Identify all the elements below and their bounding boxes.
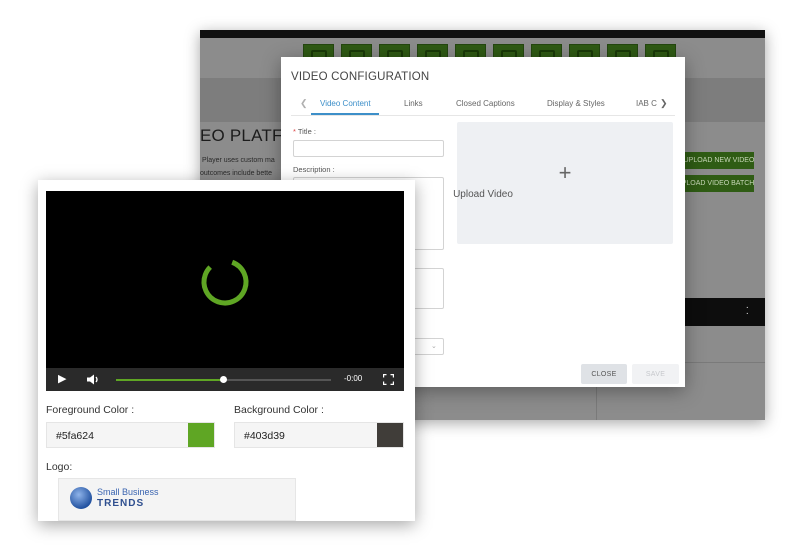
upload-video-dropzone[interactable]: +	[457, 122, 673, 244]
tab-iab[interactable]: IAB C	[636, 99, 657, 108]
logo-text: Small Business	[97, 487, 159, 497]
time-readout: -0:00	[344, 374, 363, 383]
logo-label: Logo:	[46, 461, 73, 473]
foreground-color-label: Foreground Color :	[46, 404, 135, 416]
logo-upload-area[interactable]: Small Business TRENDS	[58, 478, 296, 521]
player-controls: ▶ -0:00	[46, 368, 404, 391]
chevron-down-icon: ⌄	[431, 343, 437, 350]
logo-text: TRENDS	[97, 498, 145, 509]
required-marker: *	[293, 127, 296, 136]
tab-video-content[interactable]: Video Content	[320, 99, 371, 108]
video-player[interactable]: ▶ -0:00	[46, 191, 404, 391]
upload-video-batch-button[interactable]: UPLOAD VIDEO BATCH	[677, 175, 754, 192]
foreground-color-input[interactable]: #5fa624	[46, 422, 215, 448]
volume-icon[interactable]	[86, 374, 100, 385]
tab-scroll-left-icon[interactable]: ❮	[300, 98, 308, 109]
close-button[interactable]: CLOSE	[581, 364, 627, 384]
background-color-label: Background Color :	[234, 404, 324, 416]
background-color-input[interactable]: #403d39	[234, 422, 404, 448]
page-description-line: outcomes include bette	[200, 170, 272, 177]
tab-scroll-right-icon[interactable]: ❯	[660, 98, 668, 109]
seek-progress	[116, 379, 224, 381]
tab-display-styles[interactable]: Display & Styles	[547, 99, 605, 108]
background-color-swatch[interactable]	[377, 423, 403, 447]
seek-bar[interactable]	[116, 376, 331, 383]
description-field-label: Description :	[293, 165, 335, 174]
modal-title: VIDEO CONFIGURATION	[291, 71, 430, 83]
save-button[interactable]: SAVE	[632, 364, 679, 384]
divider	[291, 115, 675, 116]
play-icon[interactable]: ▶	[58, 373, 66, 385]
globe-icon	[70, 487, 92, 509]
plus-icon: +	[558, 160, 572, 185]
page-description-line: Player uses custom ma	[202, 157, 275, 164]
top-bar	[200, 30, 765, 38]
title-input[interactable]	[293, 140, 444, 157]
upload-new-video-button[interactable]: UPLOAD NEW VIDEO	[684, 152, 754, 169]
foreground-color-swatch[interactable]	[188, 423, 214, 447]
row-bar: · ·	[680, 298, 765, 326]
seek-handle[interactable]	[220, 376, 227, 383]
tab-links[interactable]: Links	[404, 99, 423, 108]
loading-spinner-icon	[201, 258, 249, 306]
more-options-icon[interactable]: · ·	[746, 303, 749, 319]
foreground-color-value: #5fa624	[56, 430, 94, 442]
tab-closed-captions[interactable]: Closed Captions	[456, 99, 515, 108]
player-style-panel: ▶ -0:00 Foreground Color : Background Co…	[38, 180, 415, 521]
background-color-value: #403d39	[244, 430, 285, 442]
fullscreen-icon[interactable]	[383, 374, 394, 385]
title-field-label: * Title :	[293, 127, 316, 136]
